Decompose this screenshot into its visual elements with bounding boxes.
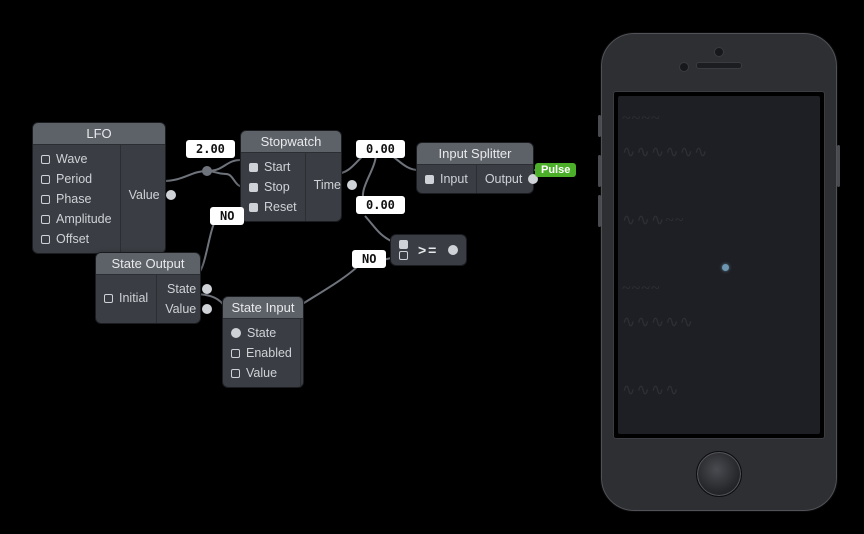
port-in-wave[interactable]: Wave [41,149,112,169]
port-in-b[interactable] [399,250,408,261]
node-input-splitter[interactable]: Input Splitter Input Output [416,142,534,194]
pulse-tag: Pulse [535,163,576,177]
port-in-start[interactable]: Start [249,157,297,177]
node-lfo[interactable]: LFO Wave Period Phase Amplitude Offset V… [32,122,166,254]
node-stopwatch[interactable]: Stopwatch Start Stop Reset Time [240,130,342,222]
camera-icon [679,62,689,72]
node-title: LFO [33,123,165,145]
port-out-state[interactable]: State [165,279,212,299]
device-preview-iphone: ~~~~∿∿∿∿∿∿∿∿∿~~~~~~∿∿∿∿∿∿∿∿∿ [600,32,838,512]
port-in-offset[interactable]: Offset [41,229,112,249]
edge-value-compare: NO [352,250,386,268]
mute-switch[interactable] [598,115,601,137]
port-out-value[interactable]: Value [165,299,212,319]
port-in-stop[interactable]: Stop [249,177,297,197]
volume-up-button[interactable] [598,155,601,187]
port-in-phase[interactable]: Phase [41,189,112,209]
edge-value-time: 0.00 [356,140,405,158]
node-compare[interactable]: >= [390,234,467,266]
port-out-value[interactable]: Value [129,185,176,205]
node-title: Stopwatch [241,131,341,153]
port-out-result[interactable] [448,245,458,255]
port-in-initial[interactable]: Initial [104,288,148,308]
home-button[interactable] [696,451,742,497]
power-button[interactable] [837,145,840,187]
speaker-icon [696,62,742,69]
port-in-input[interactable]: Input [425,169,468,189]
animated-dot [722,264,729,271]
port-in-state[interactable]: State [231,323,292,343]
port-out-time[interactable]: Time [314,175,357,195]
compare-operator: >= [412,242,444,258]
node-title: State Input [223,297,303,319]
port-in-amplitude[interactable]: Amplitude [41,209,112,229]
node-state-output[interactable]: State Output Initial State Value [95,252,201,324]
port-in-a[interactable] [399,239,408,250]
edge-value-lfo: 2.00 [186,140,235,158]
node-title: State Output [96,253,200,275]
port-in-period[interactable]: Period [41,169,112,189]
sensor-icon [714,47,724,57]
edge-value-state: NO [210,207,244,225]
device-screen[interactable]: ~~~~∿∿∿∿∿∿∿∿∿~~~~~~∿∿∿∿∿∿∿∿∿ [613,91,825,439]
node-state-input[interactable]: State Input State Enabled Value [222,296,304,388]
screen-background-pattern: ~~~~∿∿∿∿∿∿∿∿∿~~~~~~∿∿∿∿∿∿∿∿∿ [618,96,820,434]
node-title: Input Splitter [417,143,533,165]
port-in-reset[interactable]: Reset [249,197,297,217]
edge-value-splitter: 0.00 [356,196,405,214]
volume-down-button[interactable] [598,195,601,227]
port-in-enabled[interactable]: Enabled [231,343,292,363]
port-in-value[interactable]: Value [231,363,292,383]
port-out-output[interactable]: Output [485,169,539,189]
